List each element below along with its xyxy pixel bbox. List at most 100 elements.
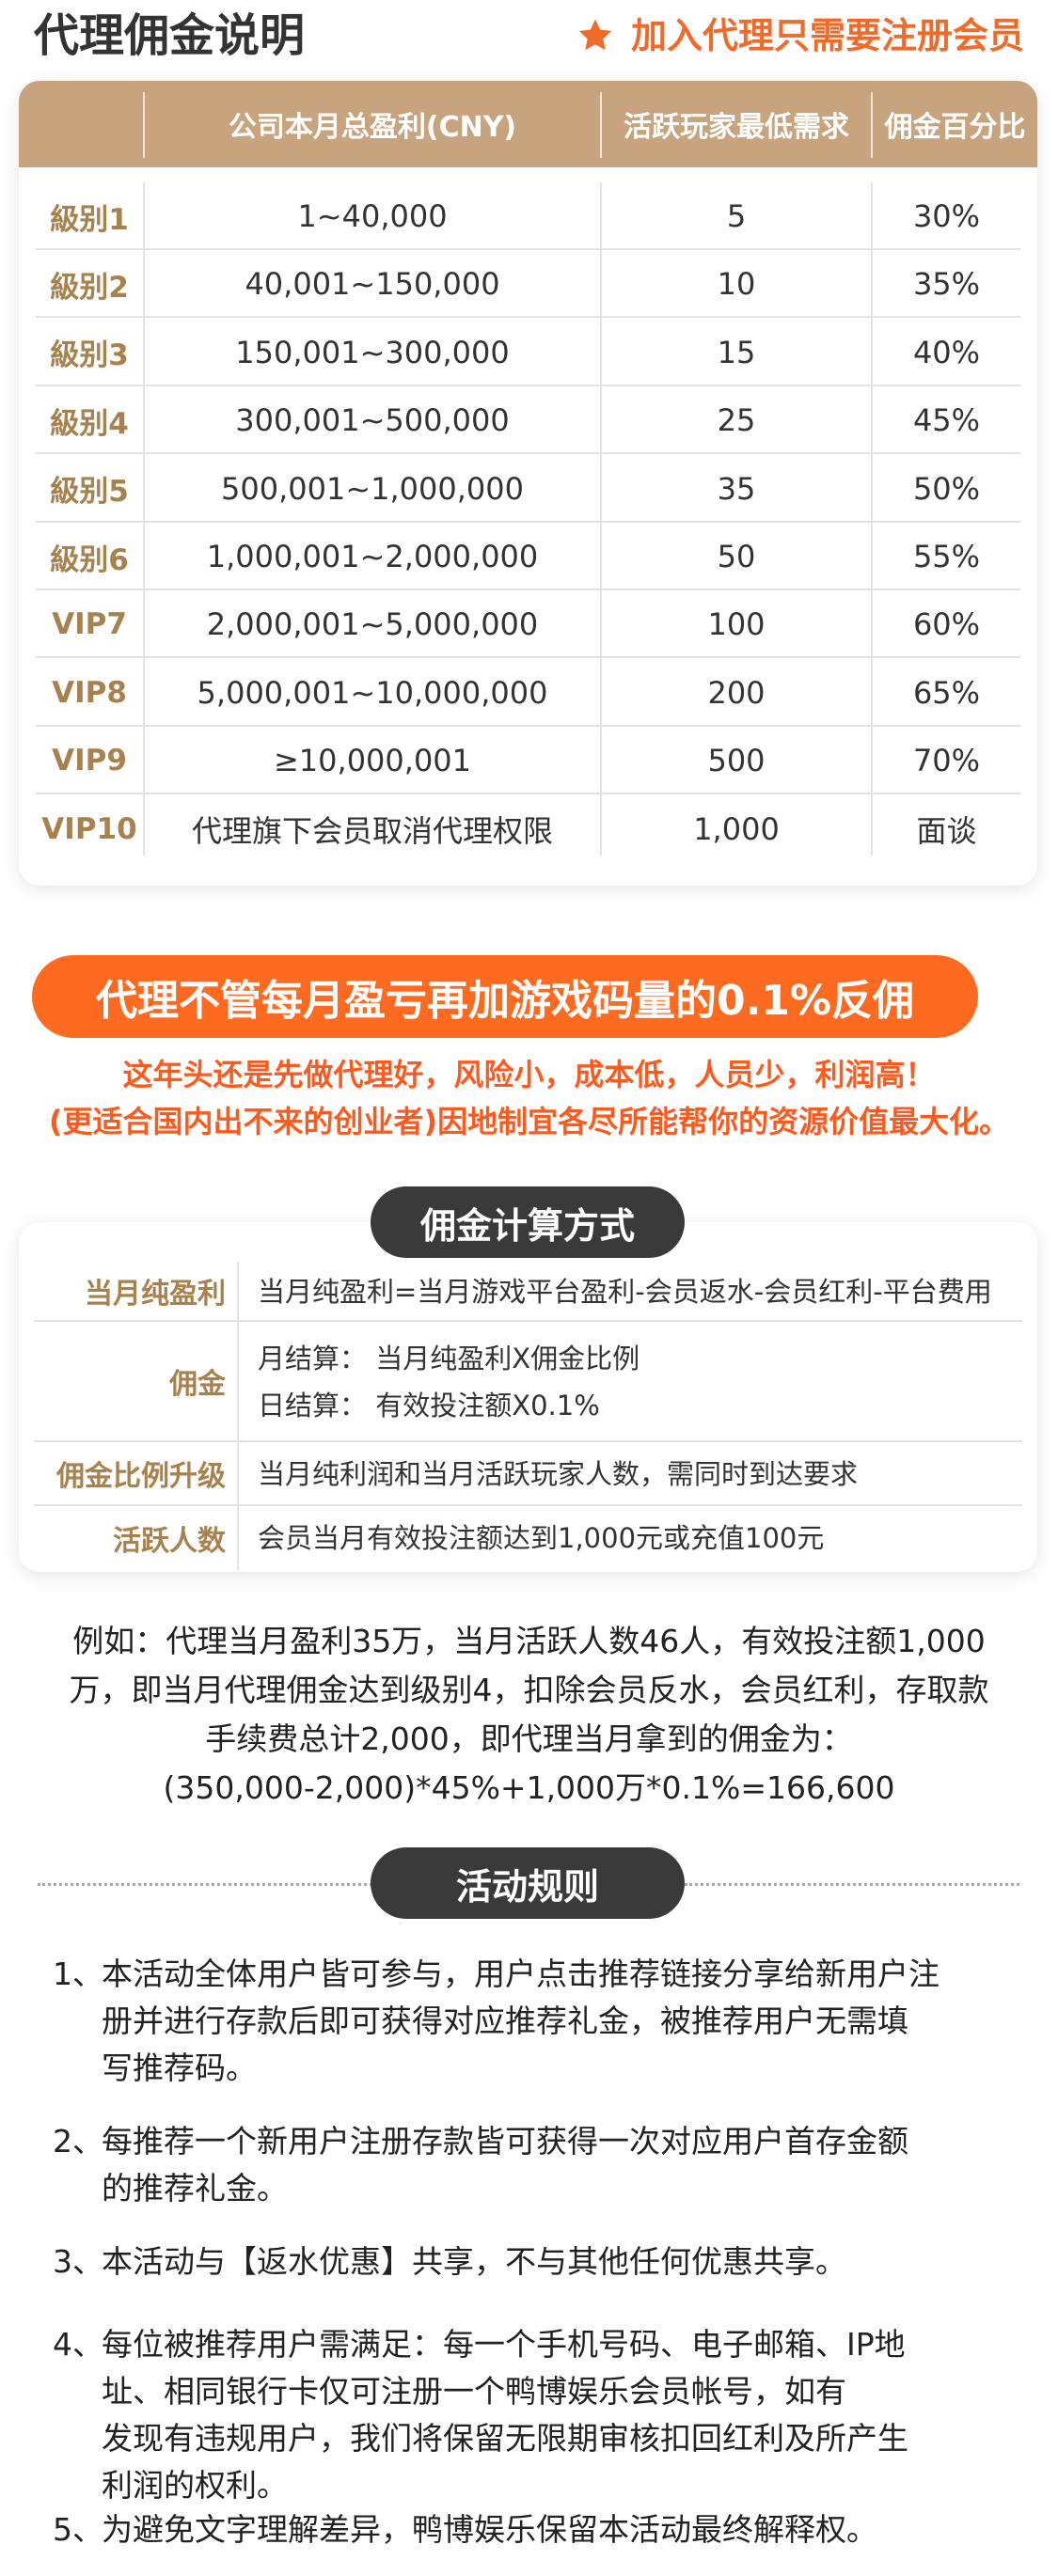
profit-cell: 1~40,000 bbox=[297, 198, 448, 234]
percent-cell: 面谈 bbox=[916, 812, 977, 849]
percent-cell: 65% bbox=[912, 674, 981, 711]
players-cell: 10 bbox=[717, 266, 756, 303]
percent-cell: 30% bbox=[912, 198, 981, 234]
header-cell-players: 活跃玩家最低需求 bbox=[624, 111, 849, 144]
rule-item: 2、 每推荐一个新用户注册存款皆可获得一次对应用户首存金额 的推荐礼金。 bbox=[53, 2118, 1031, 2212]
calc-row-label: 佣金比例升级 bbox=[34, 1442, 239, 1504]
level-cell: 級别2 bbox=[50, 270, 129, 305]
calc-row: 佣金比例升级 当月纯利润和当月活跃玩家人数，需同时到达要求 bbox=[34, 1442, 1022, 1506]
column-divider bbox=[143, 182, 145, 856]
profit-cell: 5,000,001~10,000,000 bbox=[197, 674, 548, 711]
rebate-banner: 代理不管每月盈亏再加游戏码量的0.1%反佣 bbox=[32, 955, 978, 1038]
rule-text: 为避免文字理解差异，鸭博娱乐保留本活动最终解释权。 bbox=[53, 2506, 1031, 2553]
header-cell-level bbox=[19, 81, 143, 167]
profit-cell: 500,001~1,000,000 bbox=[221, 470, 524, 507]
percent-cell: 70% bbox=[912, 743, 981, 779]
calc-row-text: 日结算： 有效投注额X0.1% bbox=[258, 1390, 600, 1422]
players-cell: 35 bbox=[717, 470, 756, 507]
rule-item: 4、 每位被推荐用户需满足：每一个手机号码、电子邮箱、IP地 址、相同银行卡仅可注册… bbox=[53, 2321, 1031, 2509]
table-header: 公司本月总盈利(CNY) 活跃玩家最低需求 佣金百分比 bbox=[19, 81, 1037, 167]
percent-cell: 50% bbox=[912, 470, 981, 507]
profit-cell: 150,001~300,000 bbox=[235, 334, 510, 370]
level-cell: 級别3 bbox=[50, 338, 129, 373]
rule-text-line: 每位被推荐用户需满足：每一个手机号码、电子邮箱、IP地 bbox=[102, 2326, 906, 2363]
rule-text-line: 每推荐一个新用户注册存款皆可获得一次对应用户首存金额 bbox=[102, 2123, 908, 2160]
rule-item: 1、 本活动全体用户皆可参与，用户点击推荐链接分享给新用户注 册并进行存款后即可获得… bbox=[53, 1951, 1031, 2092]
profit-cell: 300,001~500,000 bbox=[235, 402, 510, 439]
example-line: 手续费总计2,000，即代理当月拿到的佣金为： bbox=[205, 1720, 853, 1757]
players-cell: 15 bbox=[717, 334, 756, 370]
level-cell: 級别5 bbox=[50, 475, 129, 510]
players-cell: 200 bbox=[707, 674, 766, 711]
rule-text: 每位被推荐用户需满足：每一个手机号码、电子邮箱、IP地 址、相同银行卡仅可注册一个… bbox=[53, 2321, 1031, 2509]
rule-text-line: 本活动与【返水优惠】共享，不与其他任何优惠共享。 bbox=[102, 2243, 846, 2280]
profit-cell: 1,000,001~2,000,000 bbox=[206, 539, 539, 574]
header-cell-profit: 公司本月总盈利(CNY) bbox=[228, 111, 517, 144]
rules-section-title: 活动规则 bbox=[371, 1847, 685, 1919]
level-cell: 級别6 bbox=[50, 542, 129, 577]
rule-text-line: 址、相同银行卡仅可注册一个鸭博娱乐会员帐号，如有 bbox=[102, 2373, 846, 2410]
level-cell: 級别1 bbox=[50, 202, 129, 237]
star-icon bbox=[578, 19, 612, 51]
level-cell: VIP9 bbox=[52, 744, 127, 778]
calc-row-text: 当月纯利润和当月活跃玩家人数，需同时到达要求 bbox=[258, 1458, 859, 1490]
level-cell: VIP7 bbox=[52, 607, 127, 642]
rule-text: 本活动全体用户皆可参与，用户点击推荐链接分享给新用户注 册并进行存款后即可获得对应… bbox=[53, 1951, 1031, 2092]
page-title: 代理佣金说明 bbox=[34, 9, 306, 62]
header-cell-percent: 佣金百分比 bbox=[884, 111, 1026, 144]
calc-row-label: 活跃人数 bbox=[34, 1506, 239, 1570]
profit-cell: 代理旗下会员取消代理权限 bbox=[191, 812, 553, 849]
profit-cell: ≥10,000,001 bbox=[273, 743, 472, 779]
calc-row: 活跃人数 会员当月有效投注额达到1,000元或充值100元 bbox=[34, 1506, 1022, 1570]
calc-row-text: 会员当月有效投注额达到1,000元或充值100元 bbox=[258, 1522, 825, 1554]
rule-text-line: 册并进行存款后即可获得对应推荐礼金，被推荐用户无需填 bbox=[102, 2003, 908, 2039]
example-line: (350,000-2,000)*45%+1,000万*0.1%=166,600 bbox=[163, 1769, 895, 1806]
calc-row: 当月纯盈利 当月纯盈利=当月游戏平台盈利-会员返水-会员红利-平台费用 bbox=[34, 1262, 1022, 1322]
level-cell: VIP8 bbox=[52, 675, 127, 710]
calc-row-text: 月结算： 当月纯盈利X佣金比例 bbox=[258, 1343, 640, 1374]
rule-text-line: 的推荐礼金。 bbox=[102, 2170, 288, 2207]
rule-text-line: 本活动全体用户皆可参与，用户点击推荐链接分享给新用户注 bbox=[102, 1956, 940, 1992]
profit-cell: 40,001~150,000 bbox=[245, 266, 500, 303]
percent-cell: 35% bbox=[912, 266, 981, 303]
column-divider bbox=[871, 182, 873, 856]
rule-item: 5、 为避免文字理解差异，鸭博娱乐保留本活动最终解释权。 bbox=[53, 2506, 1031, 2553]
page-header: 代理佣金说明 加入代理只需要注册会员 bbox=[0, 0, 1058, 73]
rule-number: 4、 bbox=[53, 2326, 103, 2363]
calc-section-title: 佣金计算方式 bbox=[371, 1186, 685, 1258]
rule-text-line: 发现有违规用户，我们将保留无限期审核扣回红利及所产生 bbox=[102, 2420, 908, 2457]
column-divider bbox=[600, 182, 602, 856]
level-cell: 級别4 bbox=[50, 406, 129, 441]
calc-row: 佣金 月结算： 当月纯盈利X佣金比例 日结算： 有效投注额X0.1% bbox=[34, 1322, 1022, 1442]
players-cell: 25 bbox=[717, 402, 756, 439]
players-cell: 5 bbox=[726, 198, 747, 234]
players-cell: 500 bbox=[707, 743, 766, 779]
promo-line-2: (更适合国内出不来的创业者)因地制宜各尽所能帮你的资源价值最大化。 bbox=[48, 1104, 1010, 1139]
rule-number: 1、 bbox=[53, 1956, 103, 1992]
rule-text-line: 写推荐码。 bbox=[102, 2050, 257, 2086]
divider-right bbox=[685, 1883, 1019, 1886]
players-cell: 50 bbox=[717, 539, 756, 574]
divider-left bbox=[38, 1883, 372, 1886]
rule-text: 本活动与【返水优惠】共享，不与其他任何优惠共享。 bbox=[53, 2238, 1031, 2285]
join-agent-note: 加入代理只需要注册会员 bbox=[576, 9, 1024, 62]
example-line: 万，即当月代理佣金达到级别4，扣除会员反水，会员红利，存取款 bbox=[69, 1672, 989, 1708]
calc-row-label: 佣金 bbox=[34, 1322, 239, 1440]
join-agent-text: 加入代理只需要注册会员 bbox=[630, 15, 1024, 56]
players-cell: 100 bbox=[707, 606, 766, 643]
percent-cell: 60% bbox=[912, 606, 981, 643]
rule-number: 5、 bbox=[53, 2511, 103, 2548]
rule-item: 3、 本活动与【返水优惠】共享，不与其他任何优惠共享。 bbox=[53, 2238, 1031, 2285]
rule-number: 2、 bbox=[53, 2123, 103, 2160]
percent-cell: 55% bbox=[912, 539, 981, 574]
rule-text-line: 为避免文字理解差异，鸭博娱乐保留本活动最终解释权。 bbox=[102, 2511, 877, 2548]
percent-cell: 40% bbox=[912, 334, 981, 370]
rule-text: 每推荐一个新用户注册存款皆可获得一次对应用户首存金额 的推荐礼金。 bbox=[53, 2118, 1031, 2212]
calc-row-text: 当月纯盈利=当月游戏平台盈利-会员返水-会员红利-平台费用 bbox=[258, 1276, 992, 1308]
profit-cell: 2,000,001~5,000,000 bbox=[206, 606, 539, 643]
level-cell: VIP10 bbox=[41, 811, 137, 846]
calc-row-label: 当月纯盈利 bbox=[34, 1262, 239, 1320]
commission-calc-card: 当月纯盈利 当月纯盈利=当月游戏平台盈利-会员返水-会员红利-平台费用 佣金 月结算：… bbox=[19, 1222, 1037, 1572]
commission-table: 公司本月总盈利(CNY) 活跃玩家最低需求 佣金百分比 級别1 1~40,000 5… bbox=[19, 81, 1037, 886]
rule-number: 3、 bbox=[53, 2243, 103, 2280]
